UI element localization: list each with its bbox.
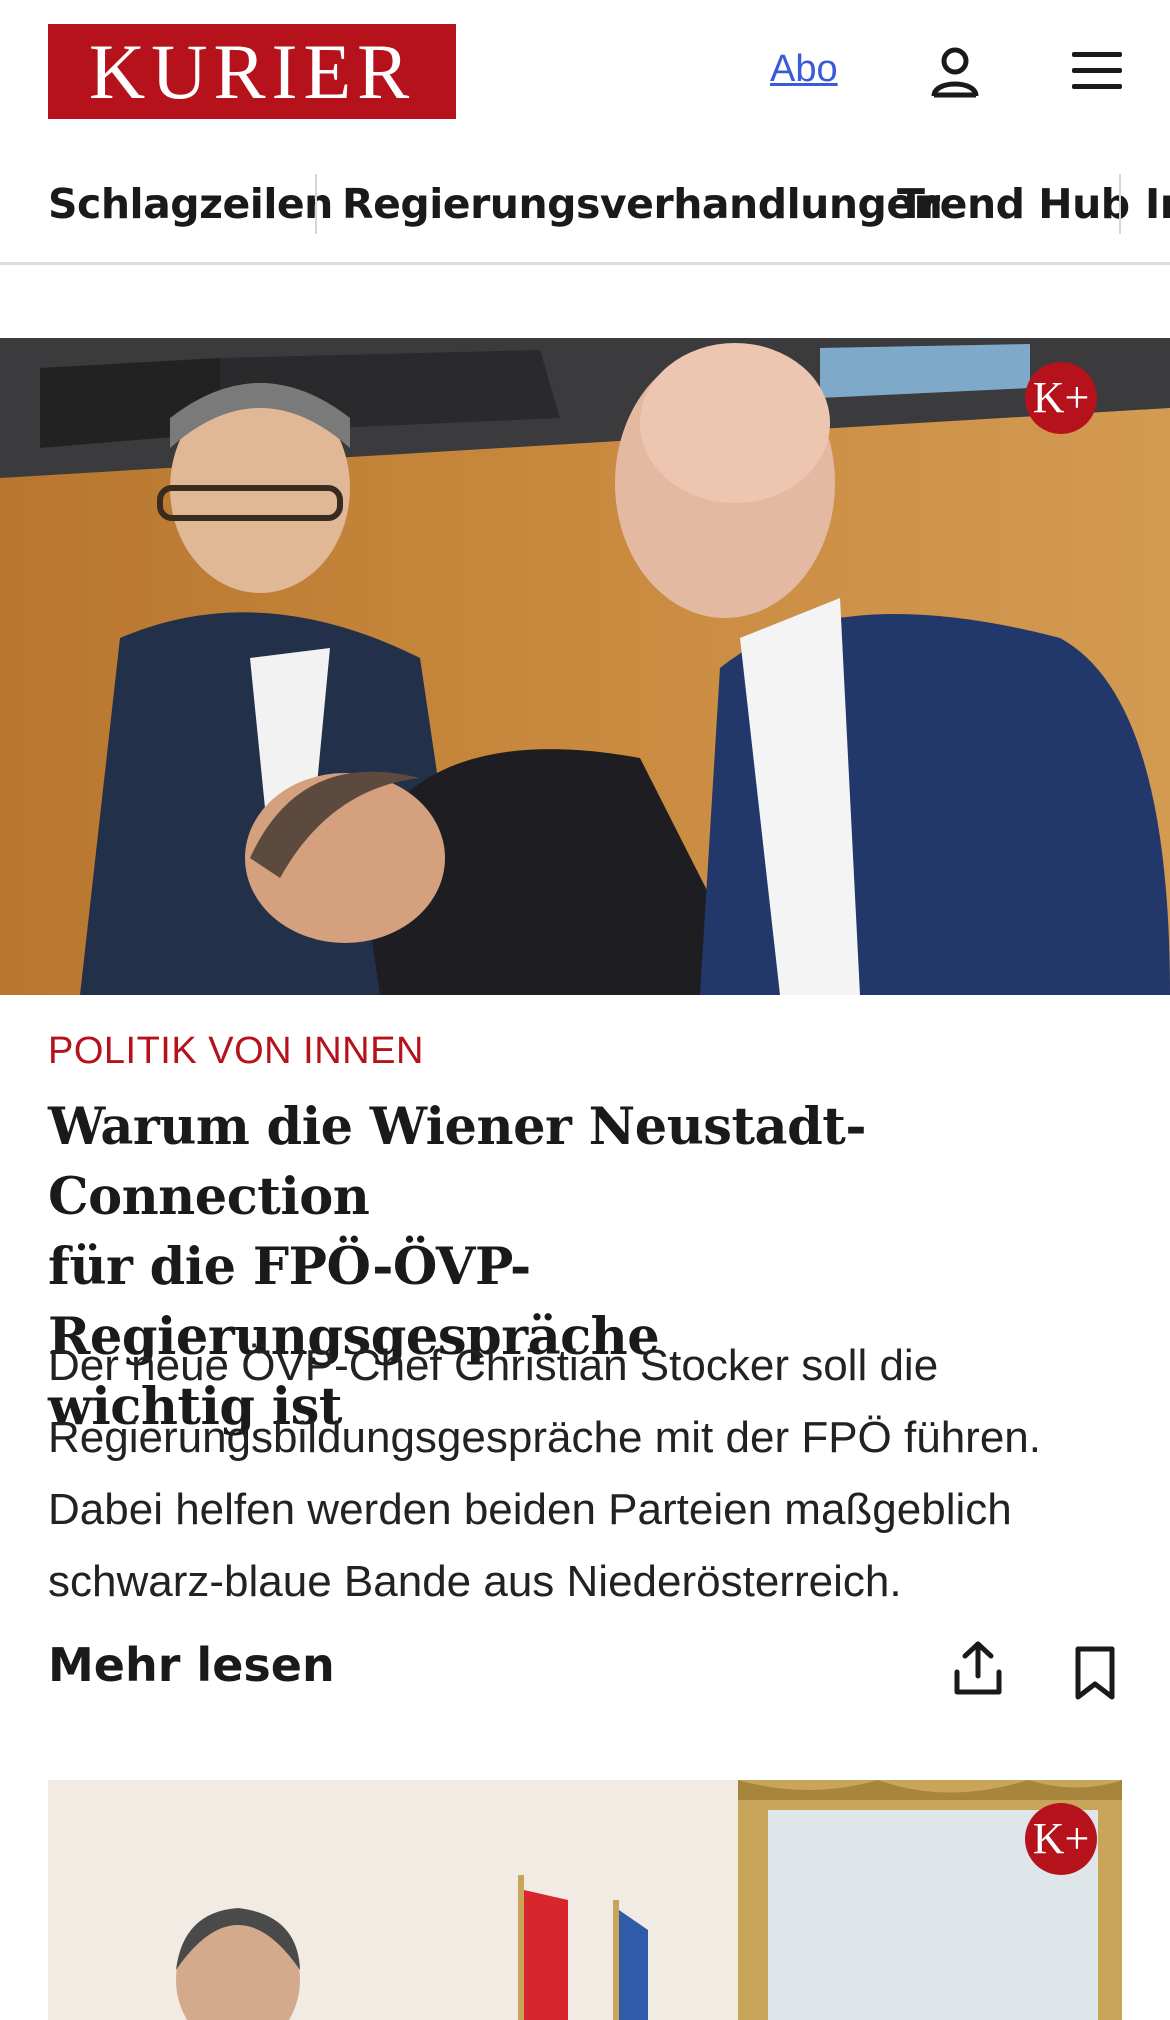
nav-item-in[interactable]: In — [1145, 180, 1170, 228]
article-teaser: Der neue ÖVP-Chef Christian Stocker soll… — [48, 1330, 1138, 1618]
article-kicker[interactable]: POLITIK VON INNEN — [48, 1030, 424, 1073]
headline-line: Warum die Wiener Neustadt-Connection — [48, 1097, 867, 1227]
read-more-link[interactable]: Mehr lesen — [48, 1638, 335, 1692]
kurier-logo[interactable]: KURIER — [48, 24, 456, 119]
abo-link[interactable]: Abo — [770, 48, 838, 91]
second-article-image[interactable]: K+ — [48, 1780, 1122, 2020]
nav-item-schlagzeilen[interactable]: Schlagzeilen — [48, 180, 333, 228]
second-photo — [48, 1780, 1122, 2020]
hero-image[interactable]: K+ — [0, 338, 1170, 995]
teaser-line: Der neue ÖVP-Chef Christian Stocker soll… — [48, 1341, 939, 1390]
nav-divider — [1119, 174, 1121, 234]
teaser-line: schwarz-blaue Bande aus Niederösterreich… — [48, 1557, 902, 1606]
premium-badge: K+ — [1025, 362, 1097, 434]
user-icon[interactable] — [930, 46, 980, 98]
teaser-line: Dabei helfen werden beiden Parteien maßg… — [48, 1485, 1012, 1534]
teaser-line: Regierungsbildungsgespräche mit der FPÖ … — [48, 1413, 1041, 1462]
bookmark-icon[interactable] — [1074, 1646, 1116, 1700]
nav-item-regierungsverhandlungen[interactable]: Regierungsverhandlungen — [342, 180, 943, 228]
nav-item-trend-hub[interactable]: Trend Hub — [897, 180, 1130, 228]
premium-badge: K+ — [1025, 1803, 1097, 1875]
section-nav: Schlagzeilen Regierungsverhandlungen Tre… — [0, 160, 1170, 265]
nav-divider — [315, 174, 317, 234]
hamburger-menu-icon[interactable] — [1070, 46, 1126, 96]
site-header: KURIER Abo — [0, 0, 1170, 148]
hero-photo — [0, 338, 1170, 995]
share-icon[interactable] — [952, 1640, 1004, 1696]
